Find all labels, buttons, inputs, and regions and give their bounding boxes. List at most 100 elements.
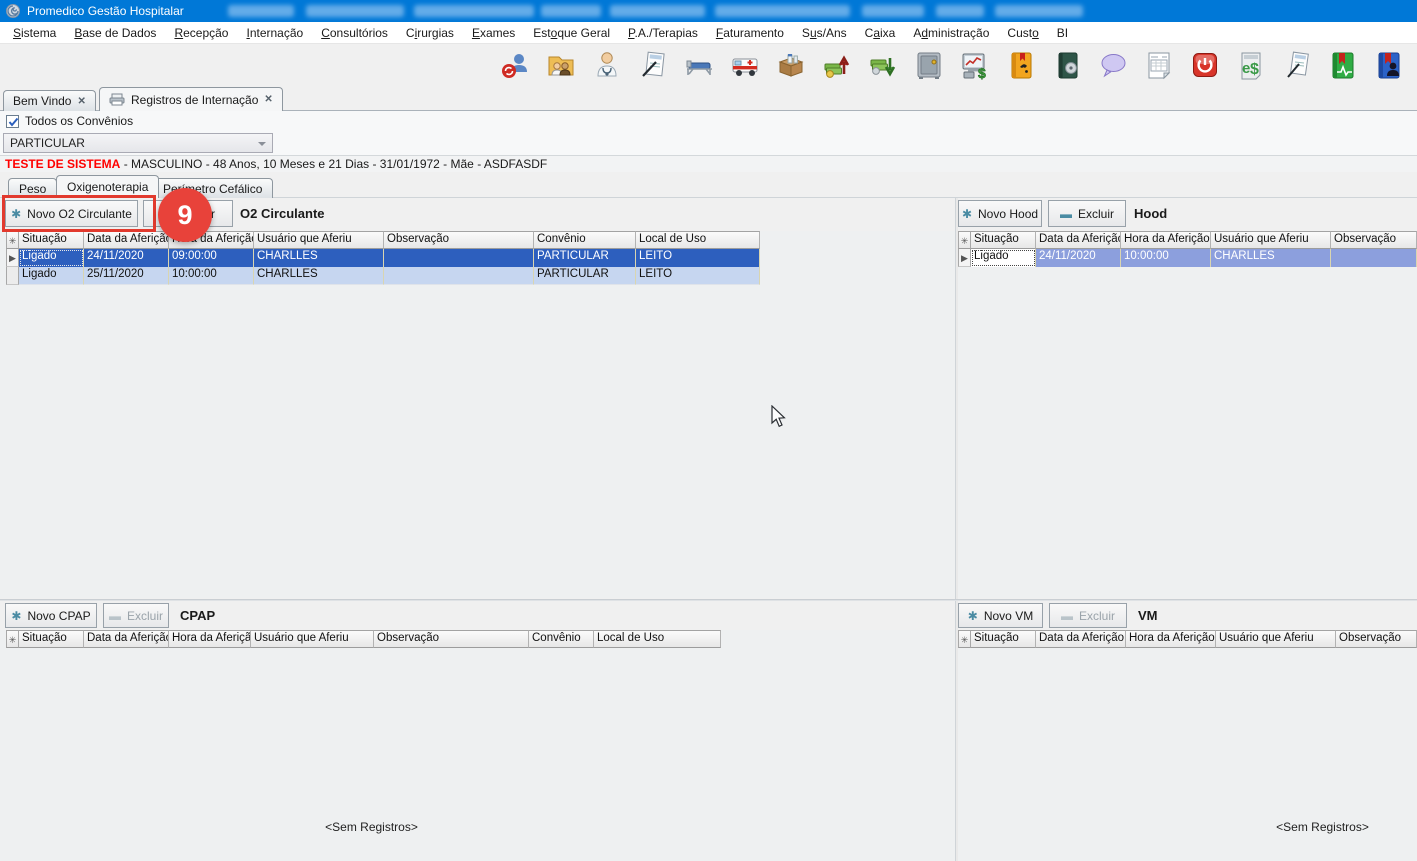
- cell[interactable]: CHARLLES: [1211, 249, 1331, 267]
- safe-icon[interactable]: [912, 48, 946, 82]
- column-header[interactable]: Data da Aferição: [84, 231, 169, 249]
- cell[interactable]: Ligado: [19, 249, 84, 267]
- phone-book-icon[interactable]: [1004, 48, 1038, 82]
- prescription-icon[interactable]: [636, 48, 670, 82]
- column-header[interactable]: Situação: [19, 231, 84, 249]
- title-bar: Promedico Gestão Hospitalar: [0, 0, 1417, 22]
- column-header[interactable]: Hora da Aferição: [169, 630, 251, 648]
- menu-estoque-geral[interactable]: Estoque Geral: [524, 22, 619, 44]
- cell[interactable]: Ligado: [971, 249, 1036, 267]
- menu-custo[interactable]: Custo: [998, 22, 1047, 44]
- button-label: Novo VM: [984, 609, 1033, 623]
- redacted-text: [414, 5, 534, 17]
- column-header[interactable]: Usuário que Aferiu: [251, 630, 374, 648]
- ambulance-icon[interactable]: [728, 48, 762, 82]
- column-header[interactable]: Data da Aferição: [1036, 630, 1126, 648]
- table-row[interactable]: ▶ Ligado 24/11/2020 09:00:00 CHARLLES PA…: [6, 249, 760, 267]
- cell[interactable]: 10:00:00: [169, 267, 254, 285]
- health-record-icon[interactable]: [1326, 48, 1360, 82]
- convenio-select[interactable]: PARTICULAR: [3, 133, 273, 153]
- patients-folder-icon[interactable]: [544, 48, 578, 82]
- column-header[interactable]: Observação: [374, 630, 529, 648]
- cell[interactable]: CHARLLES: [254, 249, 384, 267]
- todos-convenios-checkbox[interactable]: [6, 115, 19, 128]
- cell[interactable]: 24/11/2020: [1036, 249, 1121, 267]
- finance-monitor-icon[interactable]: $: [958, 48, 992, 82]
- column-header[interactable]: Data da Aferição: [1036, 231, 1121, 249]
- column-header[interactable]: Local de Uso: [636, 231, 760, 249]
- menu-base-de-dados[interactable]: Base de Dados: [65, 22, 165, 44]
- cell[interactable]: Ligado: [19, 267, 84, 285]
- menu-recepcao[interactable]: Recepção: [165, 22, 237, 44]
- column-header[interactable]: Local de Uso: [594, 630, 721, 648]
- cell[interactable]: [384, 267, 534, 285]
- novo-vm-button[interactable]: ✱ Novo VM: [958, 603, 1043, 628]
- column-header[interactable]: Observação: [1336, 630, 1417, 648]
- menu-sus-ans[interactable]: Sus/Ans: [793, 22, 856, 44]
- close-icon[interactable]: ✕: [77, 96, 85, 107]
- money-out-icon[interactable]: [866, 48, 900, 82]
- menu-administracao[interactable]: Administração: [904, 22, 998, 44]
- menu-consultorios[interactable]: Consultórios: [312, 22, 397, 44]
- column-header[interactable]: Situação: [971, 231, 1036, 249]
- power-icon[interactable]: [1188, 48, 1222, 82]
- patient-sync-icon[interactable]: [498, 48, 532, 82]
- column-header[interactable]: Observação: [384, 231, 534, 249]
- column-header[interactable]: Hora da Aferição: [1121, 231, 1211, 249]
- invoice-icon[interactable]: [1142, 48, 1176, 82]
- column-header[interactable]: Situação: [19, 630, 84, 648]
- cell[interactable]: LEITO: [636, 267, 760, 285]
- menu-exames[interactable]: Exames: [463, 22, 524, 44]
- column-header[interactable]: Hora da Aferição: [1126, 630, 1216, 648]
- chat-icon[interactable]: [1096, 48, 1130, 82]
- filter-bar: Todos os Convênios PARTICULAR: [0, 111, 1417, 155]
- cell[interactable]: PARTICULAR: [534, 267, 636, 285]
- column-header[interactable]: Convênio: [534, 231, 636, 249]
- novo-hood-button[interactable]: ✱ Novo Hood: [958, 200, 1042, 227]
- column-header[interactable]: Observação: [1331, 231, 1417, 249]
- menu-sistema[interactable]: Sistema: [4, 22, 65, 44]
- e-invoice-icon[interactable]: e$: [1234, 48, 1268, 82]
- table-row[interactable]: ▶ Ligado 24/11/2020 10:00:00 CHARLLES: [958, 249, 1417, 267]
- novo-cpap-button[interactable]: ✱ Novo CPAP: [5, 603, 97, 628]
- menu-internacao[interactable]: Internação: [237, 22, 312, 44]
- menu-pa-terapias[interactable]: P.A./Terapias: [619, 22, 707, 44]
- cell[interactable]: [384, 249, 534, 267]
- column-header[interactable]: Usuário que Aferiu: [1211, 231, 1331, 249]
- cell[interactable]: PARTICULAR: [534, 249, 636, 267]
- redacted-text: [715, 5, 850, 17]
- excluir-hood-button[interactable]: ▬ Excluir: [1048, 200, 1126, 227]
- close-icon[interactable]: ✕: [264, 94, 272, 105]
- tab-registros-de-internacao[interactable]: Registros de Internação ✕: [99, 87, 283, 111]
- menu-faturamento[interactable]: Faturamento: [707, 22, 793, 44]
- column-header[interactable]: Convênio: [529, 630, 594, 648]
- cell[interactable]: 10:00:00: [1121, 249, 1211, 267]
- redacted-text: [995, 5, 1083, 17]
- column-header[interactable]: Usuário que Aferiu: [254, 231, 384, 249]
- cell[interactable]: 24/11/2020: [84, 249, 169, 267]
- contract-icon[interactable]: [1280, 48, 1314, 82]
- menu-bi[interactable]: BI: [1048, 22, 1077, 44]
- redacted-text: [306, 5, 404, 17]
- delete-record-icon: ▬: [109, 610, 121, 622]
- cell[interactable]: LEITO: [636, 249, 760, 267]
- column-header[interactable]: Data da Aferição: [84, 630, 169, 648]
- column-header[interactable]: Situação: [971, 630, 1036, 648]
- table-row[interactable]: Ligado 25/11/2020 10:00:00 CHARLLES PART…: [6, 267, 760, 285]
- delete-record-icon: ▬: [1061, 610, 1073, 622]
- column-header[interactable]: Usuário que Aferiu: [1216, 630, 1336, 648]
- cell[interactable]: 09:00:00: [169, 249, 254, 267]
- cell[interactable]: 25/11/2020: [84, 267, 169, 285]
- menu-cirurgias[interactable]: Cirurgias: [397, 22, 463, 44]
- doctor-icon[interactable]: [590, 48, 624, 82]
- cell[interactable]: [1331, 249, 1417, 267]
- tab-bem-vindo[interactable]: Bem Vindo ✕: [3, 90, 96, 111]
- cell[interactable]: CHARLLES: [254, 267, 384, 285]
- panel-splitter-horizontal[interactable]: [0, 599, 1417, 601]
- supplies-box-icon[interactable]: [774, 48, 808, 82]
- contacts-book-icon[interactable]: [1372, 48, 1406, 82]
- hospital-bed-icon[interactable]: [682, 48, 716, 82]
- money-in-icon[interactable]: [820, 48, 854, 82]
- menu-caixa[interactable]: Caixa: [856, 22, 905, 44]
- catalog-book-icon[interactable]: [1050, 48, 1084, 82]
